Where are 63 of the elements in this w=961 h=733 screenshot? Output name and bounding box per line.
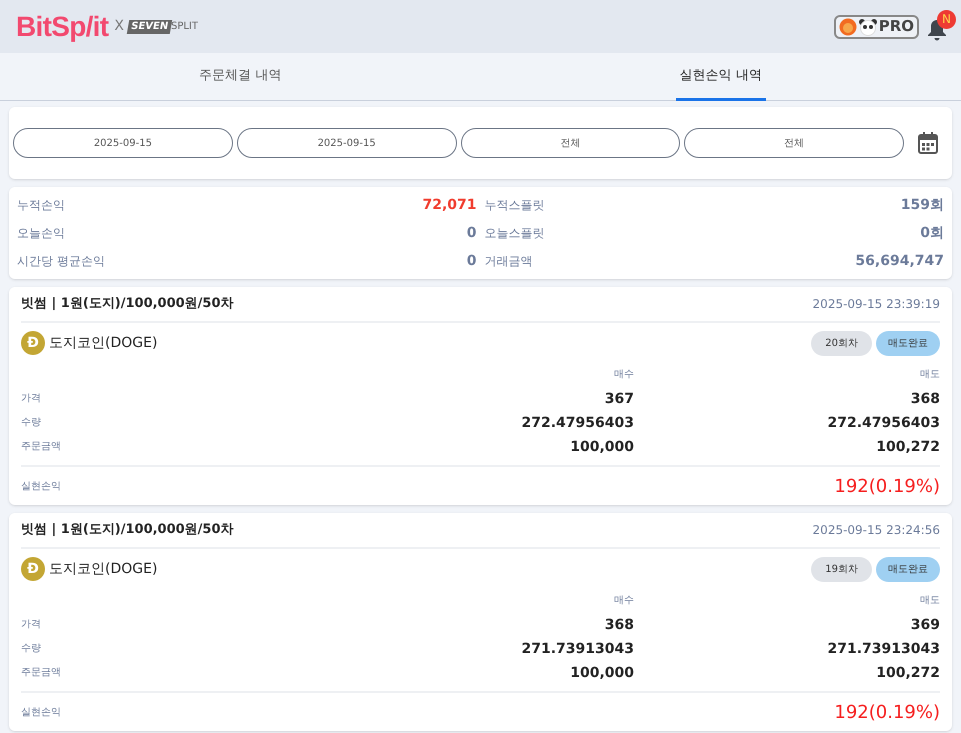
round-badge: 20회차 <box>811 330 872 356</box>
table-cell-text: 369 <box>910 616 940 635</box>
round-badge: 19회차 <box>811 556 872 582</box>
status-badge: 매도완료 <box>876 330 940 356</box>
table-cell-text: 367 <box>604 390 634 409</box>
tab[interactable]: 실현손익 내역 <box>676 53 766 101</box>
filter-field[interactable]: 전체 <box>460 128 680 158</box>
stat-value: 159회 <box>900 196 944 214</box>
stat-label: 누적스플릿 <box>484 197 544 214</box>
stat-label: 오늘손익 <box>17 225 65 242</box>
table-cell-text: 272.47956403 <box>826 414 940 433</box>
trade-time: 2025-09-15 23:24:56 <box>812 522 940 539</box>
filter-field[interactable]: 2025-09-15 <box>13 128 233 158</box>
column-header: 매수 <box>613 594 634 608</box>
pro-badge[interactable]: PRO <box>834 14 919 38</box>
coin-name: 도지코인(DOGE) <box>49 334 158 352</box>
table-cell-text: 100,272 <box>875 438 940 457</box>
status-badge: 매도완료 <box>876 556 940 582</box>
coin-icon: Ð <box>21 331 45 355</box>
logo: BitSp/it <box>16 12 108 40</box>
row-label: 가격 <box>21 618 42 632</box>
stat-label: 거래금액 <box>484 253 532 270</box>
logo-separator: X <box>114 17 124 36</box>
row-label: 주문금액 <box>21 666 62 680</box>
column-header: 매도 <box>919 594 940 608</box>
column-header: 매도 <box>919 368 940 382</box>
table-cell-text: 272.47956403 <box>520 414 634 433</box>
stat-value: 0회 <box>920 224 944 242</box>
stat-value: 0 <box>466 252 476 270</box>
pnl-value: 192(0.19%) <box>834 474 940 498</box>
panda-icon <box>858 18 878 36</box>
coin-icon: Ð <box>21 557 45 581</box>
stat-value: 0 <box>466 224 476 242</box>
stat-label: 시간당 평균손익 <box>17 253 105 270</box>
stat-label: 누적손익 <box>17 197 65 214</box>
row-label: 수량 <box>21 416 42 430</box>
trade-title: 빗썸 | 1원(도지)/100,000원/50차 <box>21 295 234 314</box>
partner-logo: SEVEN SPLIT <box>128 20 198 34</box>
column-header: 매수 <box>613 368 634 382</box>
tab[interactable]: 주문체결 내역 <box>195 53 286 101</box>
table-cell-text: 100,000 <box>569 438 634 457</box>
table-cell-text: 271.73913043 <box>520 640 634 659</box>
stat-label: 오늘스플릿 <box>484 225 544 242</box>
pnl-value: 192(0.19%) <box>834 700 940 724</box>
stat-value: 56,694,747 <box>855 252 944 270</box>
filter-field[interactable]: 전체 <box>684 128 904 158</box>
filter-field[interactable]: 2025-09-15 <box>236 128 456 158</box>
pnl-label: 실현손익 <box>21 480 61 494</box>
trade-title: 빗썸 | 1원(도지)/100,000원/50차 <box>21 521 234 540</box>
table-cell-text: 368 <box>604 616 634 635</box>
stat-value: 72,071 <box>422 196 476 214</box>
notification-badge: N <box>937 10 956 28</box>
row-label: 수량 <box>21 642 42 656</box>
table-cell-text: 100,000 <box>569 664 634 683</box>
table-cell-text: 100,272 <box>875 664 940 683</box>
pnl-label: 실현손익 <box>21 706 61 720</box>
trade-time: 2025-09-15 23:39:19 <box>812 296 940 313</box>
row-label: 가격 <box>21 392 42 406</box>
table-cell-text: 368 <box>910 390 940 409</box>
coin-name: 도지코인(DOGE) <box>49 560 158 578</box>
table-cell-text: 271.73913043 <box>826 640 940 659</box>
row-label: 주문금액 <box>21 440 62 454</box>
calendar-icon[interactable] <box>918 132 938 154</box>
